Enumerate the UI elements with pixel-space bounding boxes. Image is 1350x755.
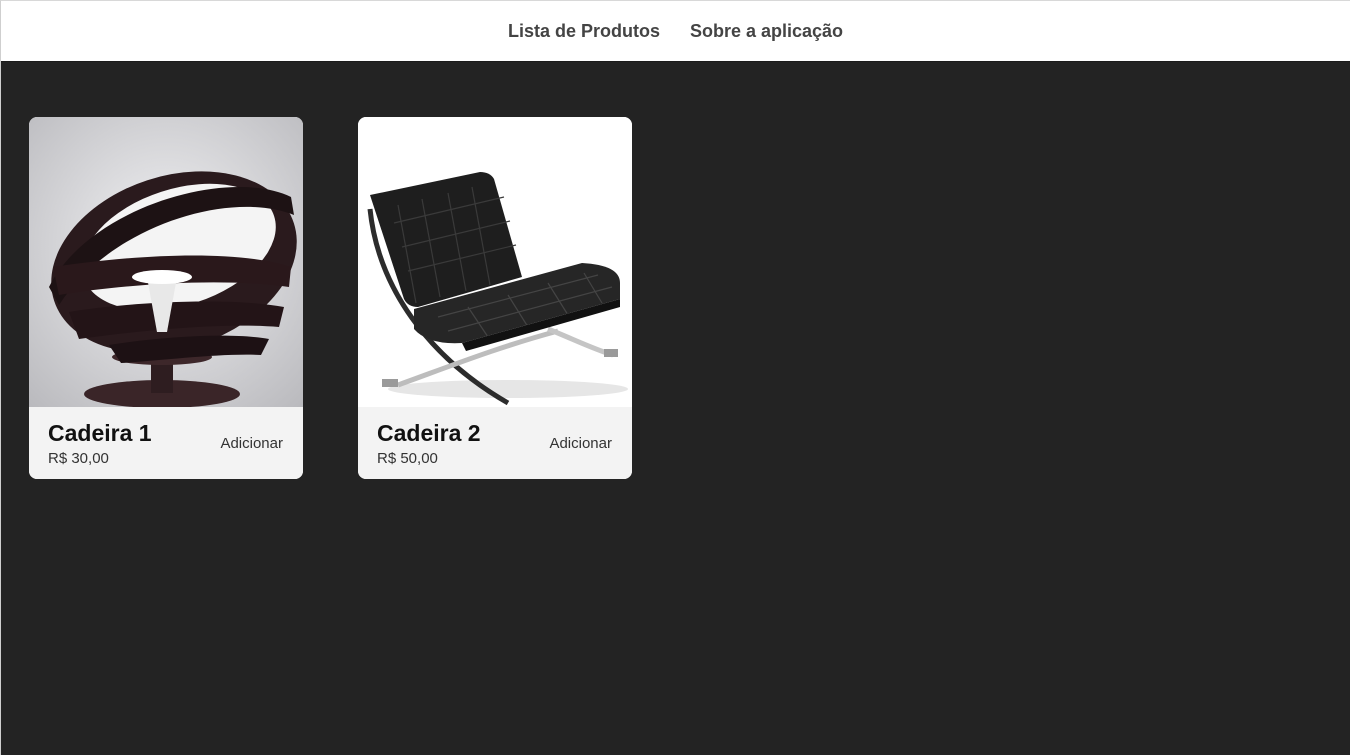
product-card-1: Cadeira 1 R$ 30,00 Adicionar: [29, 117, 303, 479]
product-price: R$ 50,00: [377, 450, 438, 467]
nav-link-about[interactable]: Sobre a aplicação: [690, 21, 843, 42]
app-page: Lista de Produtos Sobre a aplicação Cade…: [0, 0, 1350, 755]
ribbon-egg-chair-image: [29, 117, 303, 407]
product-image-2: [358, 117, 632, 407]
nav-link-product-list[interactable]: Lista de Produtos: [508, 21, 660, 42]
black-leather-lounge-chair-image: [358, 117, 632, 407]
product-price: R$ 30,00: [48, 450, 109, 467]
product-info-1: Cadeira 1 R$ 30,00 Adicionar: [29, 407, 303, 479]
top-navigation: Lista de Produtos Sobre a aplicação: [1, 1, 1350, 62]
product-image-1: [29, 117, 303, 407]
add-to-cart-button[interactable]: Adicionar: [220, 435, 283, 452]
product-name: Cadeira 1: [48, 420, 152, 446]
add-to-cart-button[interactable]: Adicionar: [549, 435, 612, 452]
product-card-2: Cadeira 2 R$ 50,00 Adicionar: [358, 117, 632, 479]
product-info-2: Cadeira 2 R$ 50,00 Adicionar: [358, 407, 632, 479]
product-name: Cadeira 2: [377, 420, 481, 446]
